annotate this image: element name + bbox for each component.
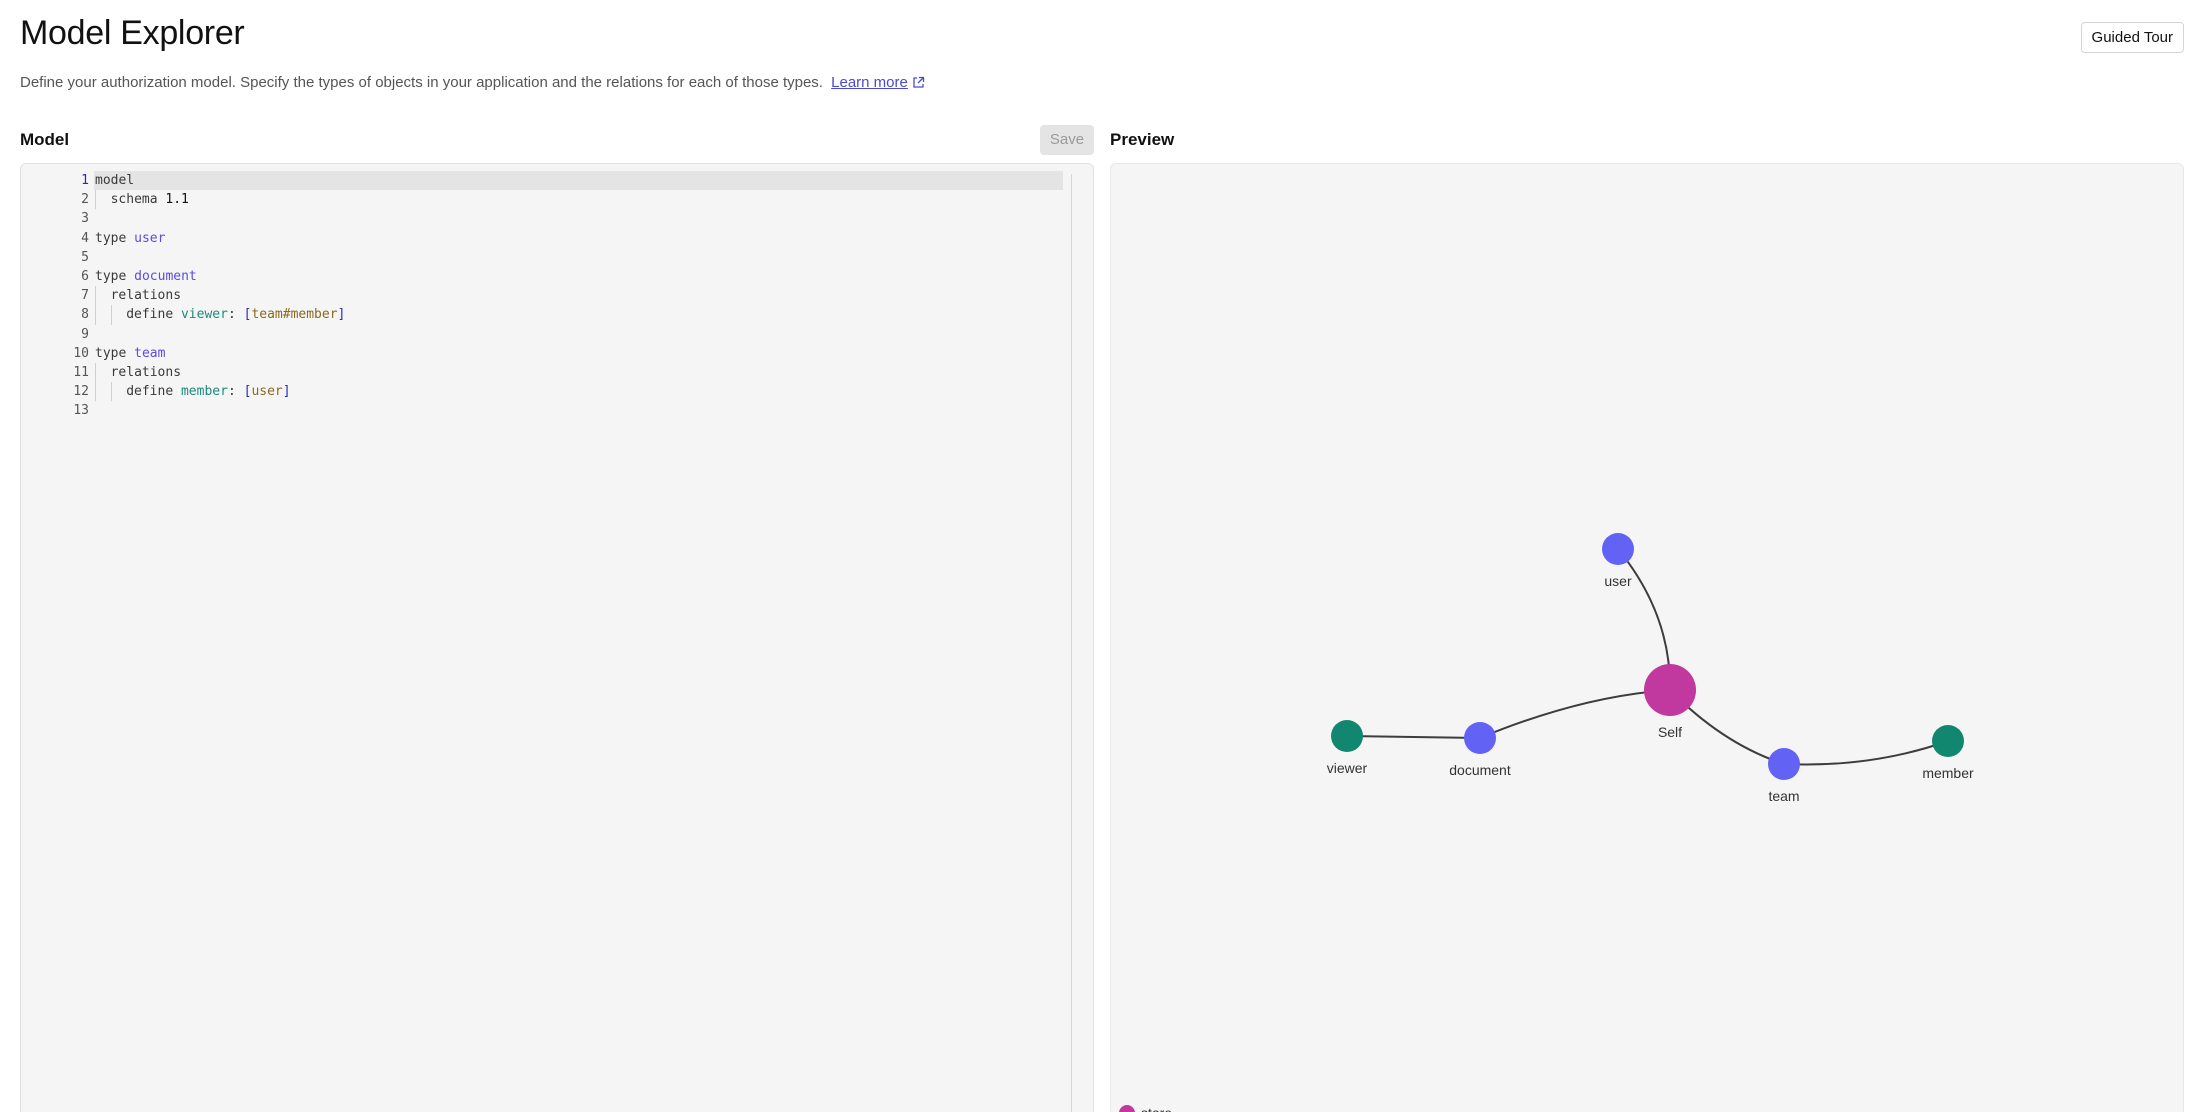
- edge-document-viewer: [1346, 735, 1481, 739]
- node-document[interactable]: [1464, 722, 1496, 754]
- code-line-text: relations: [95, 362, 181, 383]
- node-viewer[interactable]: [1331, 720, 1363, 752]
- node-label-user: user: [1604, 573, 1632, 589]
- legend-store-label: store: [1141, 1105, 1172, 1112]
- preview-section-label: Preview: [1110, 130, 1175, 149]
- code-line-text: type user: [95, 230, 166, 246]
- learn-more-link[interactable]: Learn more: [831, 74, 925, 91]
- page-title: Model Explorer: [20, 14, 245, 52]
- code-line: 8 define viewer: [team#member]: [21, 305, 1071, 325]
- legend-store-dot: [1119, 1105, 1135, 1112]
- model-section-label: Model: [20, 130, 70, 149]
- model-code-editor[interactable]: 1 model 2 schema 1.1 3 4 type user 5 6 type …: [20, 163, 1094, 1112]
- code-line: 4 type user: [21, 229, 1071, 248]
- code-line: 6 type document: [21, 267, 1071, 286]
- edge-self-document: [1479, 689, 1671, 739]
- guided-tour-button[interactable]: Guided Tour: [2080, 22, 2184, 53]
- code-line: 9: [81, 326, 89, 342]
- code-line: 12 define member: [user]: [21, 382, 1071, 402]
- code-line-text: type document: [95, 268, 197, 284]
- node-self[interactable]: [1644, 664, 1696, 716]
- graph-canvas[interactable]: Self user document viewer team member: [1111, 164, 2184, 1112]
- node-label-team: team: [1768, 788, 1799, 804]
- model-preview-graph[interactable]: Self user document viewer team member store: [1110, 163, 2184, 1112]
- code-line: 10 type team: [21, 344, 1071, 363]
- code-line: 3: [81, 211, 89, 227]
- code-line: 7 relations: [21, 286, 1071, 306]
- save-button[interactable]: Save: [1040, 125, 1094, 155]
- external-link-icon: [913, 76, 925, 88]
- edge-team-member: [1783, 740, 1949, 766]
- code-lines: 1 model 2 schema 1.1 3 4 type user 5 6 type …: [21, 171, 1071, 420]
- node-user[interactable]: [1602, 533, 1634, 565]
- node-team[interactable]: [1768, 748, 1800, 780]
- learn-more-label: Learn more: [831, 74, 908, 91]
- code-line-text: define viewer: [team#member]: [95, 305, 345, 325]
- code-line: 2 schema 1.1: [21, 190, 1071, 210]
- code-line-text: model: [95, 173, 135, 188]
- code-line: 1 model: [21, 171, 1071, 191]
- code-line: 13: [73, 403, 89, 419]
- code-line-text: define member: [user]: [95, 382, 291, 402]
- node-label-viewer: viewer: [1327, 760, 1368, 776]
- description-text: Define your authorization model. Specify…: [20, 74, 823, 91]
- node-member[interactable]: [1932, 725, 1964, 757]
- graph-legend: store: [1119, 1105, 1172, 1112]
- node-label-member: member: [1922, 765, 1974, 781]
- editor-scrollbar[interactable]: [1071, 174, 1072, 1112]
- page-description: Define your authorization model. Specify…: [20, 74, 925, 91]
- code-line: 5: [81, 249, 89, 265]
- code-line-text: schema 1.1: [95, 190, 189, 210]
- code-line-text: relations: [95, 286, 181, 306]
- code-line-text: type team: [95, 345, 166, 361]
- node-label-self: Self: [1658, 724, 1682, 740]
- code-line: 11 relations: [21, 362, 1071, 383]
- node-label-document: document: [1449, 762, 1511, 778]
